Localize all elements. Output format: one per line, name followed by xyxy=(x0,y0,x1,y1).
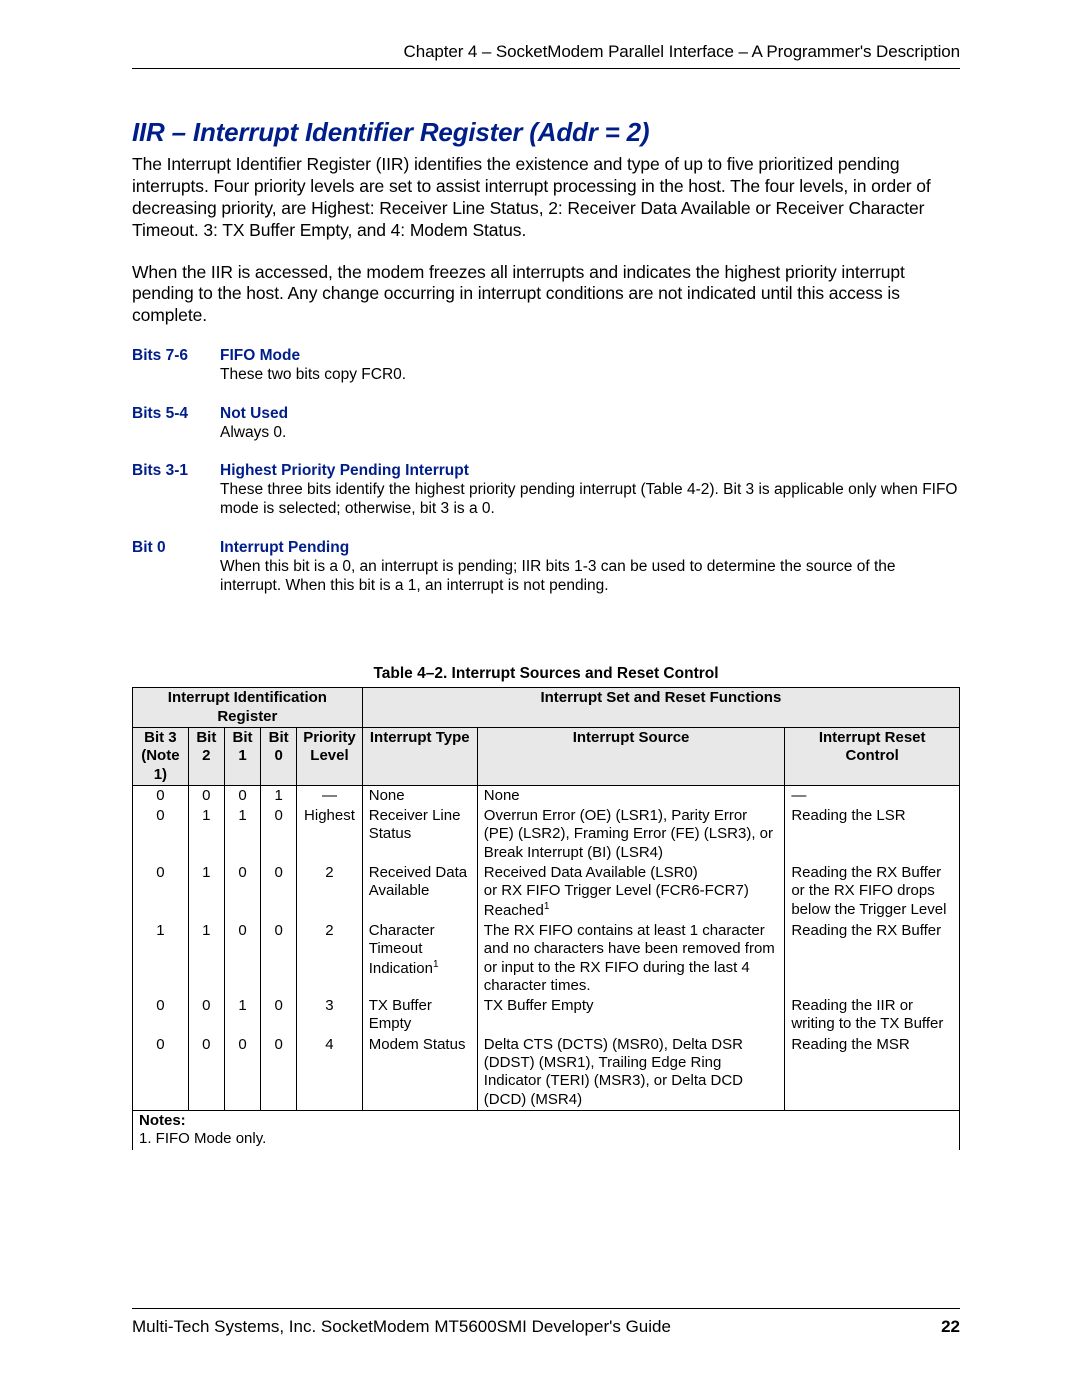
table-cell: 1 xyxy=(133,921,189,996)
section-title: IIR – Interrupt Identifier Register (Add… xyxy=(132,117,960,148)
table-cell: 3 xyxy=(297,996,363,1035)
table-cell: 0 xyxy=(133,806,189,863)
table-cell: Delta CTS (DCTS) (MSR0), Delta DSR (DDST… xyxy=(477,1035,785,1111)
bit-row: Bits 3-1Highest Priority Pending Interru… xyxy=(132,462,960,519)
table-cell: 0 xyxy=(133,1035,189,1111)
footer-rule xyxy=(132,1308,960,1309)
table-cell: 0 xyxy=(261,1035,297,1111)
table-cell: Modem Status xyxy=(362,1035,477,1111)
th-bit2: Bit 2 xyxy=(188,727,224,785)
bit-name: FIFO Mode xyxy=(220,347,960,365)
table-cell: 1 xyxy=(224,996,260,1035)
table-cell: Reading the RX Buffer xyxy=(785,921,960,996)
th-bit0: Bit 0 xyxy=(261,727,297,785)
table-cell: Overrun Error (OE) (LSR1), Parity Error … xyxy=(477,806,785,863)
table-cell: Highest xyxy=(297,806,363,863)
table-caption: Table 4–2. Interrupt Sources and Reset C… xyxy=(132,665,960,683)
th-group-iir: Interrupt Identification Register xyxy=(133,688,363,728)
bit-definitions: Bits 7-6FIFO ModeThese two bits copy FCR… xyxy=(132,347,960,595)
table-cell: 0 xyxy=(224,785,260,806)
chapter-header: Chapter 4 – SocketModem Parallel Interfa… xyxy=(132,42,960,62)
bit-content: Interrupt PendingWhen this bit is a 0, a… xyxy=(220,539,960,596)
table-cell: 0 xyxy=(261,863,297,921)
th-bit1: Bit 1 xyxy=(224,727,260,785)
bit-content: FIFO ModeThese two bits copy FCR0. xyxy=(220,347,960,384)
bit-description: These three bits identify the highest pr… xyxy=(220,480,960,519)
table-cell: 2 xyxy=(297,921,363,996)
table-cell: 1 xyxy=(188,921,224,996)
table-cell: 0 xyxy=(261,921,297,996)
bit-name: Interrupt Pending xyxy=(220,539,960,557)
table-cell: 0 xyxy=(224,921,260,996)
table-cell: 4 xyxy=(297,1035,363,1111)
table-row: 0001—NoneNone— xyxy=(133,785,960,806)
table-cell: Reading the MSR xyxy=(785,1035,960,1111)
table-cell: 1 xyxy=(224,806,260,863)
table-cell: 0 xyxy=(133,785,189,806)
table-cell: None xyxy=(477,785,785,806)
table-cell: 0 xyxy=(261,996,297,1035)
table-cell: 0 xyxy=(188,785,224,806)
table-row: 00103TX Buffer EmptyTX Buffer EmptyReadi… xyxy=(133,996,960,1035)
table-row: 01002Received Data AvailableReceived Dat… xyxy=(133,863,960,921)
intro-paragraph-1: The Interrupt Identifier Register (IIR) … xyxy=(132,154,960,242)
table-cell: Character Timeout Indication1 xyxy=(362,921,477,996)
table-cell: The RX FIFO contains at least 1 characte… xyxy=(477,921,785,996)
th-bit3: Bit 3(Note 1) xyxy=(133,727,189,785)
page-number: 22 xyxy=(941,1317,960,1337)
header-rule xyxy=(132,68,960,69)
table-cell: — xyxy=(785,785,960,806)
bit-content: Not UsedAlways 0. xyxy=(220,405,960,442)
intro-paragraph-2: When the IIR is accessed, the modem free… xyxy=(132,262,960,328)
bit-label: Bits 7-6 xyxy=(132,347,220,384)
table-cell: 0 xyxy=(133,863,189,921)
bit-content: Highest Priority Pending InterruptThese … xyxy=(220,462,960,519)
table-row: 00004Modem StatusDelta CTS (DCTS) (MSR0)… xyxy=(133,1035,960,1111)
bit-description: These two bits copy FCR0. xyxy=(220,365,960,384)
table-cell: 2 xyxy=(297,863,363,921)
bit-name: Highest Priority Pending Interrupt xyxy=(220,462,960,480)
table-row: 11002Character Timeout Indication1The RX… xyxy=(133,921,960,996)
bit-row: Bits 5-4Not UsedAlways 0. xyxy=(132,405,960,442)
table-cell: TX Buffer Empty xyxy=(362,996,477,1035)
table-cell: 0 xyxy=(261,806,297,863)
th-source: Interrupt Source xyxy=(477,727,785,785)
bit-label: Bits 3-1 xyxy=(132,462,220,519)
table-cell: 0 xyxy=(188,1035,224,1111)
bit-row: Bit 0Interrupt PendingWhen this bit is a… xyxy=(132,539,960,596)
table-cell: 1 xyxy=(188,863,224,921)
bit-row: Bits 7-6FIFO ModeThese two bits copy FCR… xyxy=(132,347,960,384)
table-cell: Reading the RX Buffer or the RX FIFO dro… xyxy=(785,863,960,921)
table-cell: Reading the LSR xyxy=(785,806,960,863)
table-cell: Received Data Available (LSR0)or RX FIFO… xyxy=(477,863,785,921)
th-type: Interrupt Type xyxy=(362,727,477,785)
bit-label: Bit 0 xyxy=(132,539,220,596)
table-cell: Reading the IIR or writing to the TX Buf… xyxy=(785,996,960,1035)
table-cell: 1 xyxy=(261,785,297,806)
th-reset: Interrupt ResetControl xyxy=(785,727,960,785)
table-notes: Notes:1. FIFO Mode only. xyxy=(133,1110,960,1149)
table-cell: None xyxy=(362,785,477,806)
table-cell: 1 xyxy=(188,806,224,863)
bit-name: Not Used xyxy=(220,405,960,423)
bit-description: When this bit is a 0, an interrupt is pe… xyxy=(220,557,960,596)
page-footer: Multi-Tech Systems, Inc. SocketModem MT5… xyxy=(132,1308,960,1337)
th-priority: PriorityLevel xyxy=(297,727,363,785)
table-cell: — xyxy=(297,785,363,806)
interrupt-table: Interrupt Identification Register Interr… xyxy=(132,687,960,1149)
table-cell: Received Data Available xyxy=(362,863,477,921)
table-cell: 0 xyxy=(188,996,224,1035)
table-cell: TX Buffer Empty xyxy=(477,996,785,1035)
table-row: 0110HighestReceiver Line StatusOverrun E… xyxy=(133,806,960,863)
table-cell: 0 xyxy=(133,996,189,1035)
table-cell: 0 xyxy=(224,863,260,921)
bit-label: Bits 5-4 xyxy=(132,405,220,442)
footer-title: Multi-Tech Systems, Inc. SocketModem MT5… xyxy=(132,1317,671,1337)
th-group-functions: Interrupt Set and Reset Functions xyxy=(362,688,959,728)
table-cell: 0 xyxy=(224,1035,260,1111)
bit-description: Always 0. xyxy=(220,423,960,442)
table-cell: Receiver Line Status xyxy=(362,806,477,863)
